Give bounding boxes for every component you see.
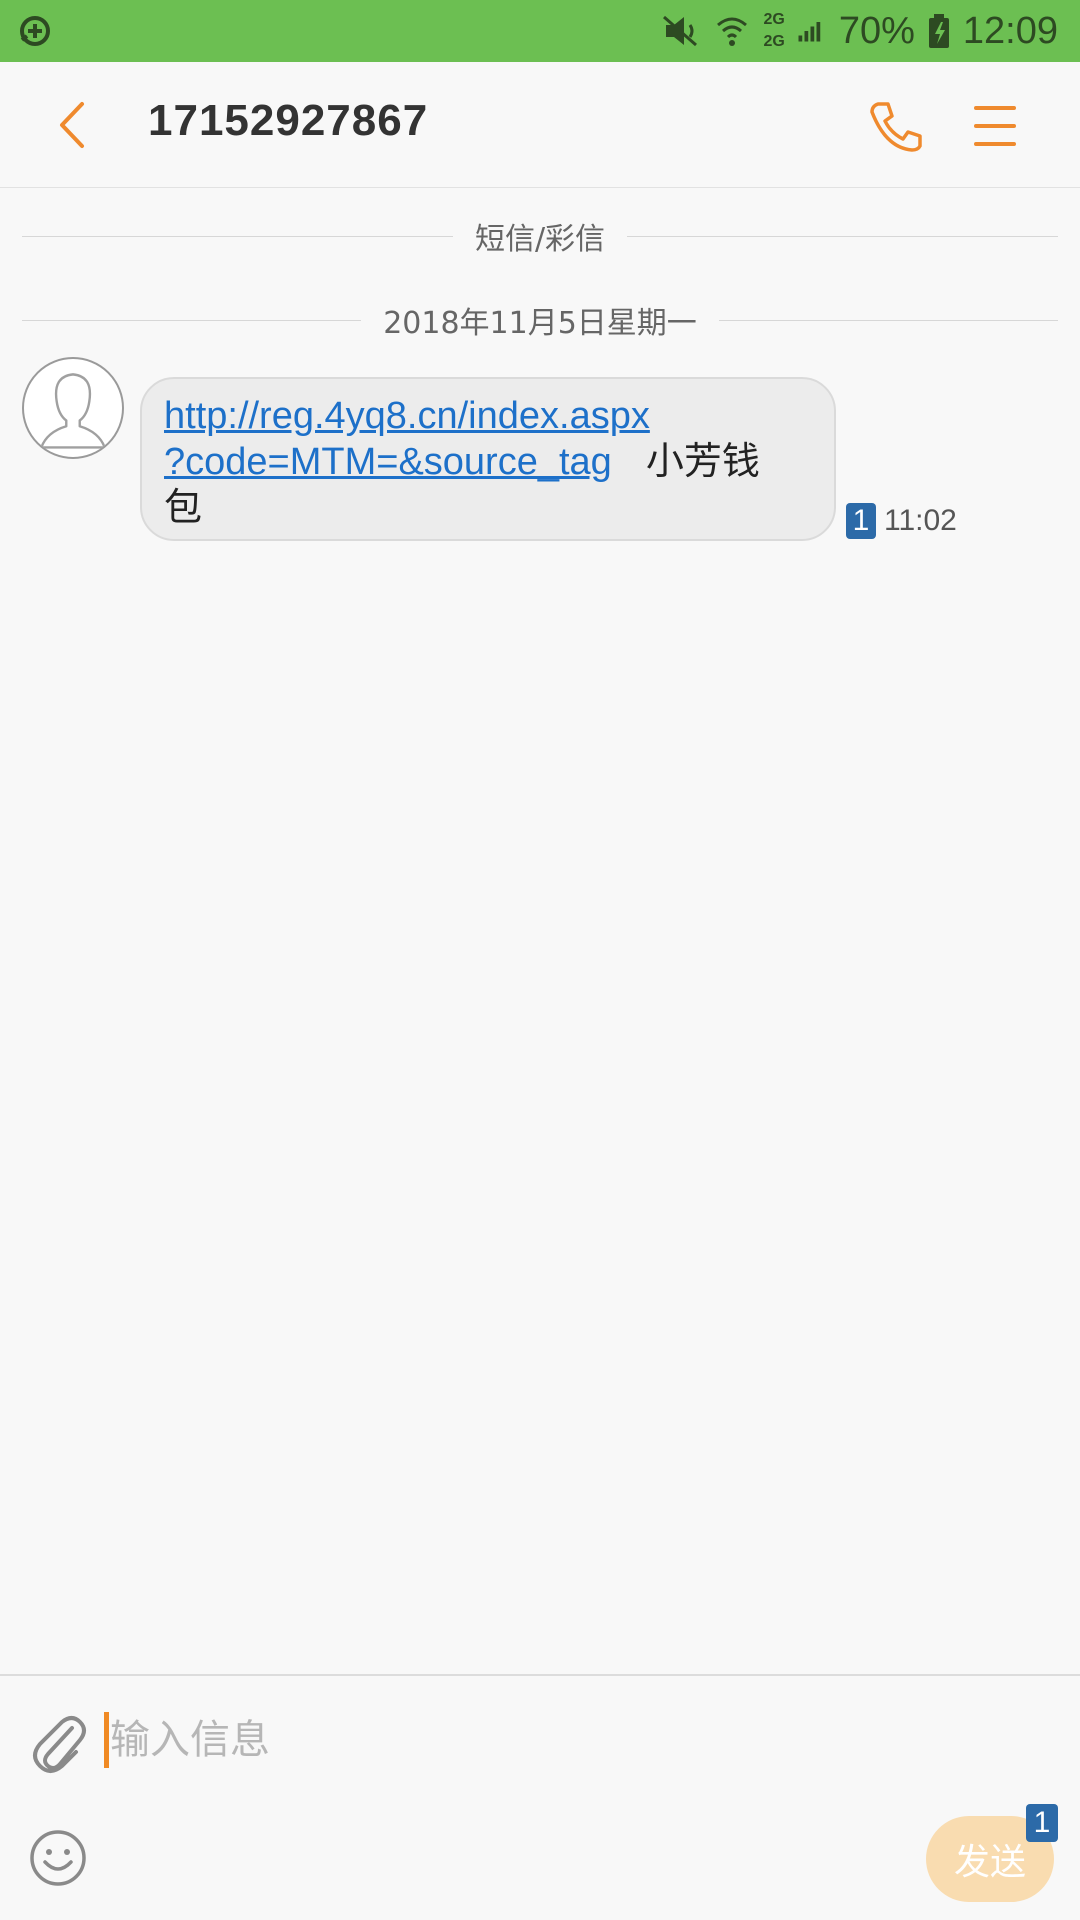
battery-percent: 70% (838, 9, 915, 52)
message-line-3: 包 (164, 485, 810, 531)
send-sim-badge: 1 (1026, 1804, 1058, 1842)
sim-slot-badge: 1 (846, 503, 876, 539)
phone-icon[interactable] (866, 98, 922, 154)
message-text-continued: 包 (164, 487, 203, 529)
attach-icon[interactable] (28, 1710, 88, 1778)
menu-icon[interactable] (972, 102, 1018, 150)
contact-number: 17152927867 (148, 96, 429, 145)
divider (22, 319, 362, 321)
back-arrow-icon[interactable] (48, 98, 98, 152)
network-label-bottom: 2G (763, 33, 785, 50)
message-link-continued[interactable]: ?code=MTM=&source_tag (164, 441, 612, 483)
network-label-top: 2G (763, 11, 785, 28)
message-type-separator: 短信/彩信 (22, 214, 1059, 258)
divider (22, 235, 453, 237)
message-link[interactable]: http://reg.4yq8.cn/index.aspx (164, 395, 650, 437)
signal-icon (798, 22, 821, 42)
app-notification-icon (20, 16, 50, 46)
person-icon (40, 373, 106, 449)
status-time: 12:09 (962, 9, 1058, 52)
conversation-header: 17152927867 (0, 62, 1080, 188)
message-line-1: http://reg.4yq8.cn/index.aspx (164, 393, 810, 439)
divider (627, 235, 1059, 237)
status-bar: 2G 2G 70% 12:09 (0, 0, 1080, 62)
date-label: 2018年11月5日星期一 (383, 306, 697, 341)
wifi-icon (716, 17, 747, 46)
message-input[interactable] (106, 1706, 986, 1774)
date-separator: 2018年11月5日星期一 (22, 298, 1059, 342)
compose-bar: 发送 1 (0, 1674, 1080, 1920)
message-bubble[interactable]: http://reg.4yq8.cn/index.aspx ?code=MTM=… (140, 377, 836, 541)
network-type: 2G 2G (764, 12, 785, 50)
contact-avatar[interactable] (22, 357, 124, 459)
message-line-2: ?code=MTM=&source_tag 小芳钱 (164, 439, 810, 485)
message-type-label: 短信/彩信 (474, 222, 606, 257)
message-time: 11:02 (884, 504, 957, 537)
status-icons: 2G 2G 70% 12:09 (660, 0, 1058, 62)
emoji-icon[interactable] (28, 1828, 88, 1888)
divider (718, 319, 1059, 321)
battery-charging-icon (928, 14, 949, 48)
mute-icon (662, 15, 697, 47)
message-text: 小芳钱 (645, 441, 760, 483)
